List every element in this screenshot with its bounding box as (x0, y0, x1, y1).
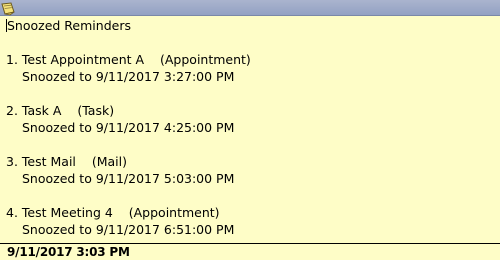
reminder-snoozed: Snoozed to 9/11/2017 3:27:00 PM (22, 69, 235, 84)
reminder-subject: Test Meeting 4 (21, 205, 113, 220)
reminder-subject: Test Appointment A (21, 52, 145, 67)
reminder-number: 3. (6, 154, 18, 169)
sticky-note-window: Snoozed Reminders 1. Test Appointment A … (0, 0, 500, 260)
reminder-title-line: 1. Test Appointment A (Appointment) (6, 51, 496, 68)
note-footer: 9/11/2017 3:03 PM (0, 243, 500, 260)
note-timestamp: 9/11/2017 3:03 PM (7, 245, 130, 259)
reminder-item: 3. Test Mail (Mail) Snoozed to 9/11/2017… (6, 153, 496, 204)
reminder-title-line: 2. Task A (Task) (6, 102, 496, 119)
reminder-type: (Appointment) (128, 205, 220, 220)
reminder-title-line: 3. Test Mail (Mail) (6, 153, 496, 170)
note-titlebar[interactable] (0, 0, 500, 16)
reminder-subject: Task A (21, 103, 62, 118)
reminder-item: 2. Task A (Task) Snoozed to 9/11/2017 4:… (6, 102, 496, 153)
note-icon[interactable] (1, 1, 16, 16)
reminder-type: (Appointment) (160, 52, 251, 67)
reminder-number: 1. (6, 52, 18, 67)
reminder-type: (Task) (77, 103, 115, 118)
note-heading: Snoozed Reminders (6, 17, 496, 34)
reminder-type: (Mail) (91, 154, 127, 169)
reminder-number: 4. (6, 205, 18, 220)
note-body[interactable]: Snoozed Reminders 1. Test Appointment A … (6, 16, 496, 255)
reminder-snoozed: Snoozed to 9/11/2017 5:03:00 PM (22, 171, 235, 186)
reminder-title-line: 4. Test Meeting 4 (Appointment) (6, 204, 496, 221)
reminder-snoozed: Snoozed to 9/11/2017 4:25:00 PM (22, 120, 235, 135)
reminder-number: 2. (6, 103, 18, 118)
note-title: Snoozed Reminders (7, 18, 131, 33)
reminder-item: 1. Test Appointment A (Appointment) Snoo… (6, 51, 496, 102)
reminder-snoozed: Snoozed to 9/11/2017 6:51:00 PM (22, 222, 235, 237)
reminder-list: 1. Test Appointment A (Appointment) Snoo… (6, 51, 496, 255)
reminder-subject: Test Mail (21, 154, 76, 169)
